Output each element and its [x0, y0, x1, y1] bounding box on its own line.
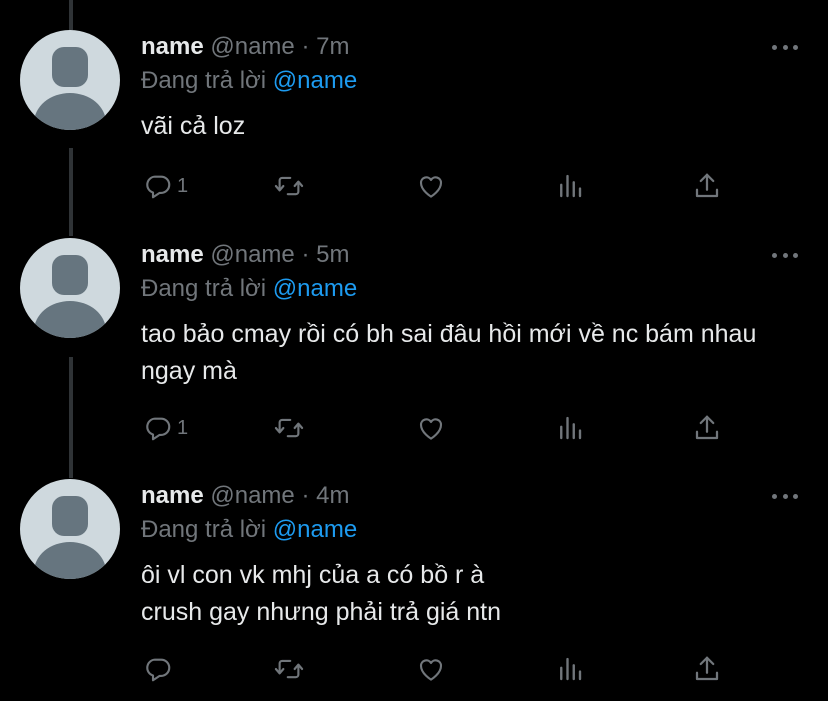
- tweet-actions: 1: [141, 168, 741, 204]
- tweet-text-line: ôi vl con vk mhj của a có bồ r à: [141, 561, 485, 589]
- tweet-header: name @name · 4m: [141, 479, 349, 513]
- avatar-placeholder-body: [34, 542, 106, 579]
- share-button[interactable]: [692, 651, 722, 687]
- retweet-icon: [274, 176, 304, 196]
- replying-to: Đang trả lời @name: [141, 65, 357, 97]
- retweet-icon: [274, 418, 304, 438]
- avatar-placeholder-head: [52, 255, 88, 295]
- tweet-header: name @name · 5m: [141, 238, 349, 272]
- avatar-placeholder-head: [52, 47, 88, 87]
- avatar[interactable]: [20, 238, 120, 338]
- avatar[interactable]: [20, 30, 120, 130]
- analytics-button[interactable]: [555, 651, 585, 687]
- replying-to-mention[interactable]: @name: [273, 275, 357, 302]
- user-handle[interactable]: @name: [210, 482, 294, 509]
- reply-icon: [146, 417, 171, 441]
- retweet-button[interactable]: [274, 410, 304, 446]
- replying-to-mention[interactable]: @name: [273, 67, 357, 94]
- display-name[interactable]: name: [141, 482, 204, 509]
- like-icon: [419, 659, 443, 681]
- tweet-text-line: crush gay nhưng phải trả giá ntn: [141, 598, 502, 626]
- replying-to-label: Đang trả lời: [141, 516, 267, 543]
- avatar-placeholder-head: [52, 496, 88, 536]
- conversation-thread: name @name · 7m Đang trả lời @name vãi c…: [0, 0, 828, 701]
- analytics-button[interactable]: [555, 168, 585, 204]
- separator-dot: ·: [301, 33, 310, 60]
- like-icon: [419, 176, 443, 198]
- share-icon: [695, 656, 719, 681]
- display-name[interactable]: name: [141, 241, 204, 268]
- share-icon: [695, 415, 719, 440]
- avatar-placeholder-body: [34, 301, 106, 338]
- reply-count: 1: [177, 174, 189, 197]
- like-button[interactable]: [416, 168, 446, 204]
- analytics-icon: [560, 657, 582, 681]
- retweet-button[interactable]: [274, 168, 304, 204]
- like-button[interactable]: [416, 410, 446, 446]
- tweet-actions: 1: [141, 410, 741, 446]
- replying-to: Đang trả lời @name: [141, 514, 357, 546]
- more-icon[interactable]: [772, 39, 798, 55]
- replying-to-mention[interactable]: @name: [273, 516, 357, 543]
- tweet-text: tao bảo cmay rồi có bh sai đâu hồi mới v…: [141, 320, 757, 385]
- reply-icon: [146, 175, 171, 199]
- retweet-icon: [274, 659, 304, 679]
- analytics-icon: [560, 416, 582, 440]
- tweet-actions: [141, 651, 741, 687]
- more-icon[interactable]: [772, 247, 798, 263]
- avatar-placeholder-body: [34, 93, 106, 130]
- tweet-header: name @name · 7m: [141, 30, 349, 64]
- reply-button[interactable]: 1: [143, 168, 188, 204]
- user-handle[interactable]: @name: [210, 33, 294, 60]
- tweet[interactable]: name @name · 4m Đang trả lời @name ôi vl…: [0, 479, 828, 694]
- reply-button[interactable]: 1: [143, 410, 188, 446]
- tweet[interactable]: name @name · 5m Đang trả lời @name tao b…: [0, 238, 828, 453]
- timestamp[interactable]: 4m: [316, 482, 349, 509]
- timestamp[interactable]: 7m: [316, 33, 349, 60]
- reply-count: 1: [177, 416, 189, 439]
- replying-to-label: Đang trả lời: [141, 67, 267, 94]
- retweet-button[interactable]: [274, 651, 304, 687]
- timestamp[interactable]: 5m: [316, 241, 349, 268]
- thread-connector-line: [69, 0, 73, 30]
- tweet[interactable]: name @name · 7m Đang trả lời @name vãi c…: [0, 30, 828, 220]
- replying-to: Đang trả lời @name: [141, 273, 357, 305]
- more-icon[interactable]: [772, 488, 798, 504]
- separator-dot: ·: [301, 482, 310, 509]
- share-icon: [695, 173, 719, 198]
- tweet-text: ôi vl con vk mhj của a có bồ r à crush g…: [141, 557, 801, 631]
- tweet-text: vãi cả loz: [141, 112, 246, 140]
- like-button[interactable]: [416, 651, 446, 687]
- like-icon: [419, 418, 443, 440]
- display-name[interactable]: name: [141, 33, 204, 60]
- analytics-button[interactable]: [555, 410, 585, 446]
- reply-icon: [146, 658, 171, 682]
- analytics-icon: [560, 174, 582, 198]
- replying-to-label: Đang trả lời: [141, 275, 267, 302]
- share-button[interactable]: [692, 410, 722, 446]
- user-handle[interactable]: @name: [210, 241, 294, 268]
- reply-button[interactable]: [143, 651, 177, 687]
- avatar[interactable]: [20, 479, 120, 579]
- share-button[interactable]: [692, 168, 722, 204]
- separator-dot: ·: [301, 241, 310, 268]
